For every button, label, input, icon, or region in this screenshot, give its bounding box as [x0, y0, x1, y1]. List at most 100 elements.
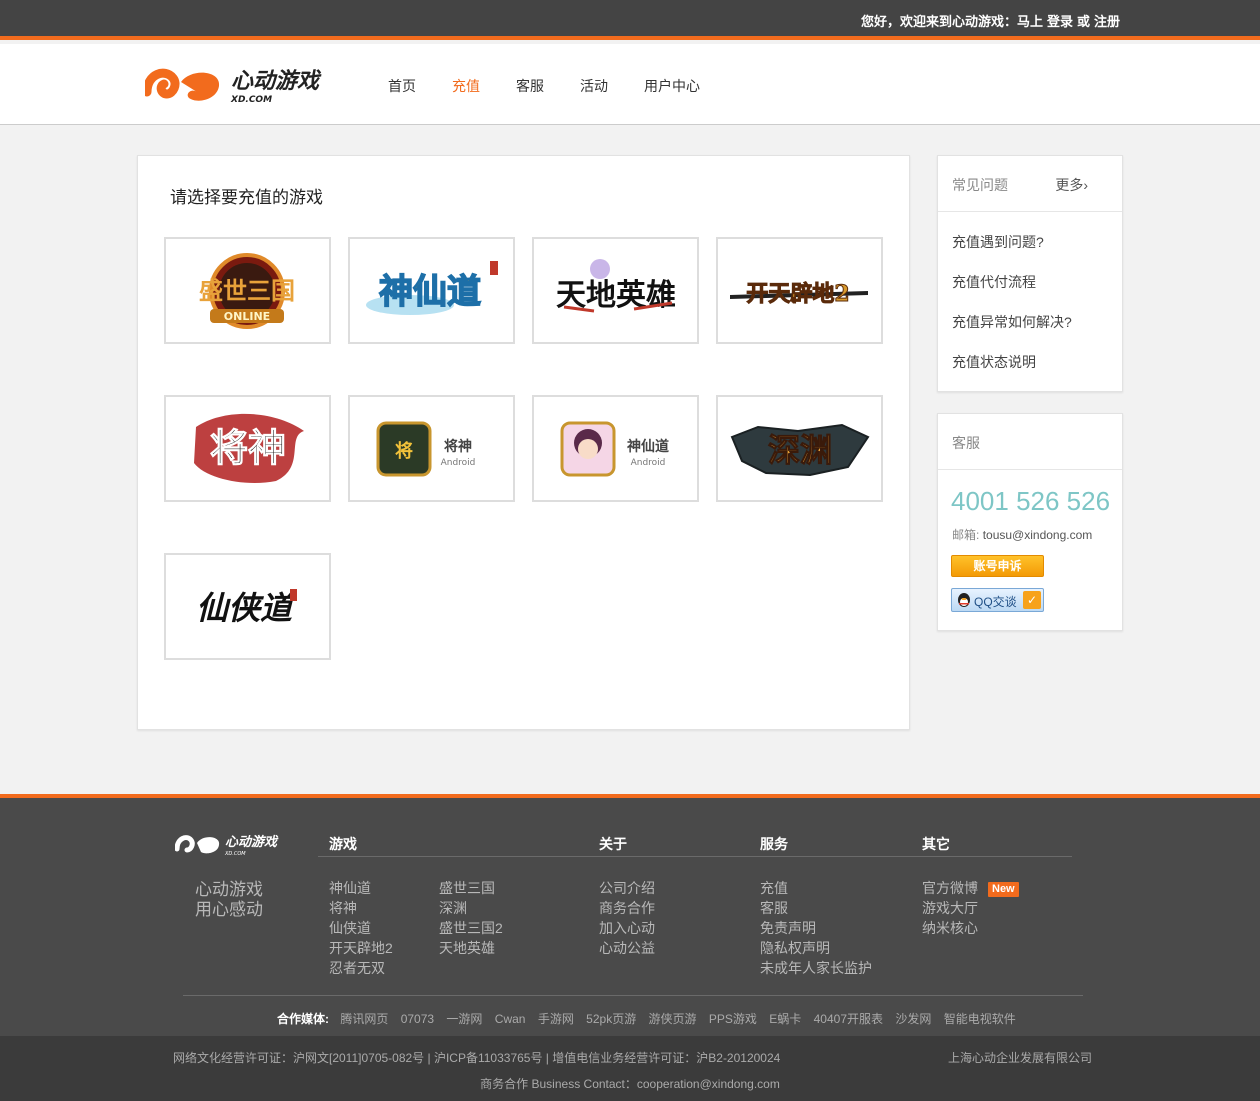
nav-home[interactable]: 首页 — [388, 76, 416, 96]
faq-panel: 常见问题 更多› 充值遇到问题? 充值代付流程 充值异常如何解决? 充值状态说明 — [937, 155, 1123, 392]
footer-link[interactable]: 加入心动 — [599, 918, 655, 938]
top-bar: 您好，欢迎来到心动游戏：马上 登录或注册 — [0, 0, 1260, 40]
footer-games-heading: 游戏 — [329, 836, 357, 852]
email-label: 邮箱: — [952, 528, 980, 542]
footer-other-heading: 其它 — [922, 836, 950, 852]
footer-link[interactable]: 免责声明 — [760, 918, 872, 938]
footer-link[interactable]: 深渊 — [439, 898, 503, 918]
game-tile-tiandi-yingxiong[interactable]: 天地英雄 — [532, 237, 699, 344]
checkmark-icon: ✓ — [1023, 591, 1041, 609]
partner-media: 合作媒体: 腾讯网页 07073 一游网 Cwan 手游网 52pk页游 游侠页… — [277, 1010, 1025, 1027]
partner-link[interactable]: PPS游戏 — [709, 1012, 757, 1026]
partner-link[interactable]: 52pk页游 — [586, 1012, 636, 1026]
kaitian-pidi-2-logo: 开天辟地2 — [730, 281, 868, 308]
partner-link[interactable]: E蜗卡 — [769, 1012, 801, 1026]
shenyuan-logo: 深渊 — [730, 423, 870, 477]
partner-link[interactable]: 40407开服表 — [814, 1012, 883, 1026]
partner-link[interactable]: Cwan — [495, 1012, 526, 1026]
svg-text:将: 将 — [395, 440, 413, 462]
footer-link[interactable]: 仙侠道 — [329, 918, 393, 938]
footer-link[interactable]: 天地英雄 — [439, 938, 503, 958]
game-tile-shengshi-sanguo[interactable]: 盛世三国 ONLINE — [164, 237, 331, 344]
partner-link[interactable]: 一游网 — [446, 1012, 482, 1026]
partners-label: 合作媒体: — [277, 1012, 329, 1026]
partner-link[interactable]: 沙发网 — [895, 1012, 931, 1026]
nav-user-center[interactable]: 用户中心 — [644, 76, 700, 96]
partner-link[interactable]: 手游网 — [538, 1012, 574, 1026]
svg-text:ONLINE: ONLINE — [224, 310, 270, 323]
footer-link[interactable]: 公司介绍 — [599, 878, 655, 898]
nav-service[interactable]: 客服 — [516, 76, 544, 96]
footer-xd-logo[interactable]: 心动游戏 XD.COM — [175, 832, 290, 858]
footer-games-list-1: 神仙道 将神 仙侠道 开天辟地2 忍者无双 — [329, 878, 393, 978]
footer-link[interactable]: 神仙道 — [329, 878, 393, 898]
footer-link[interactable]: 隐私权声明 — [760, 938, 872, 958]
nav-recharge[interactable]: 充值 — [452, 76, 480, 96]
account-appeal-button[interactable]: 账号申诉 — [951, 555, 1044, 577]
footer-link[interactable]: 商务合作 — [599, 898, 655, 918]
footer-link[interactable]: 开天辟地2 — [329, 938, 393, 958]
faq-more-link[interactable]: 更多› — [1055, 175, 1088, 195]
footer-link[interactable]: 将神 — [329, 898, 393, 918]
footer-games-list-2: 盛世三国 深渊 盛世三国2 天地英雄 — [439, 878, 503, 958]
svg-text:仙侠道: 仙侠道 — [196, 589, 297, 627]
logo-sub: XD.COM — [230, 95, 272, 105]
page-title: 请选择要充值的游戏 — [170, 188, 323, 207]
login-link[interactable]: 登录 — [1047, 14, 1073, 29]
greeting-text: 您好，欢迎来到心动游戏：马上 — [860, 14, 1043, 29]
partner-link[interactable]: 游侠页游 — [649, 1012, 697, 1026]
game-tile-xianxiadao[interactable]: 仙侠道 — [164, 553, 331, 660]
faq-list: 充值遇到问题? 充值代付流程 充值异常如何解决? 充值状态说明 — [938, 212, 1122, 384]
footer-link[interactable]: 纳米核心 — [922, 918, 1019, 938]
footer-link-weibo[interactable]: 官方微博 New — [922, 878, 1019, 898]
jiangshen-logo: 将神 — [194, 413, 304, 483]
svg-text:神仙道: 神仙道 — [379, 272, 481, 312]
qq-chat-button[interactable]: QQ交谈 ✓ — [951, 588, 1044, 612]
footer-link-label: 官方微博 — [922, 880, 978, 896]
footer-service-heading: 服务 — [760, 836, 788, 852]
footer-service-list: 充值 客服 免责声明 隐私权声明 未成年人家长监护 — [760, 878, 872, 978]
footer-link[interactable]: 盛世三国 — [439, 878, 503, 898]
greeting: 您好，欢迎来到心动游戏：马上 登录或注册 — [857, 11, 1120, 30]
register-link[interactable]: 注册 — [1094, 14, 1120, 29]
business-contact: 商务合作 Business Contact：cooperation@xindon… — [480, 1077, 780, 1091]
nav-events[interactable]: 活动 — [580, 76, 608, 96]
footer-link[interactable]: 忍者无双 — [329, 958, 393, 978]
site-footer: 心动游戏 XD.COM 心动游戏 用心感动 游戏 关于 服务 其它 神仙道 将神… — [0, 794, 1260, 1036]
footer-link[interactable]: 充值 — [760, 878, 872, 898]
partner-link[interactable]: 07073 — [401, 1012, 434, 1026]
faq-title: 常见问题 — [952, 177, 1008, 193]
email-value[interactable]: tousu@xindong.com — [983, 528, 1093, 542]
faq-item[interactable]: 充值状态说明 — [938, 344, 1122, 384]
game-tile-shenyuan[interactable]: 深渊 — [716, 395, 883, 502]
shenxiandao-logo: 神仙道 — [366, 261, 498, 315]
footer-link[interactable]: 盛世三国2 — [439, 918, 503, 938]
qq-penguin-icon — [958, 593, 970, 607]
footer-link[interactable]: 心动公益 — [599, 938, 655, 958]
xd-logo[interactable]: 心动游戏 XD.COM — [145, 64, 335, 108]
game-tile-jiangshen[interactable]: 将神 — [164, 395, 331, 502]
slogan-line: 心动游戏 — [195, 880, 263, 899]
service-email: 邮箱: tousu@xindong.com — [952, 526, 1092, 543]
game-tile-shenxiandao-android[interactable]: 神仙道 Android — [532, 395, 699, 502]
site-header: 心动游戏 XD.COM 首页 充值 客服 活动 用户中心 — [0, 44, 1260, 125]
faq-item[interactable]: 充值代付流程 — [938, 264, 1122, 304]
shengshi-sanguo-logo: 盛世三国 ONLINE — [199, 253, 295, 329]
faq-item[interactable]: 充值异常如何解决? — [938, 304, 1122, 344]
game-tile-jiangshen-android[interactable]: 将 将神 Android — [348, 395, 515, 502]
slogan-line: 用心感动 — [195, 900, 263, 919]
svg-text:开天辟地2: 开天辟地2 — [746, 281, 849, 307]
footer-link[interactable]: 游戏大厅 — [922, 898, 1019, 918]
footer-bottom-bar: 网络文化经营许可证：沪网文[2011]0705-082号 | 沪ICP备1103… — [0, 1036, 1260, 1101]
new-badge: New — [988, 882, 1019, 897]
footer-link[interactable]: 未成年人家长监护 — [760, 958, 872, 978]
partner-link[interactable]: 腾讯网页 — [340, 1012, 388, 1026]
footer-link[interactable]: 客服 — [760, 898, 872, 918]
svg-text:深渊: 深渊 — [768, 431, 832, 469]
footer-logo-text: 心动游戏 — [225, 834, 279, 850]
faq-item[interactable]: 充值遇到问题? — [938, 224, 1122, 264]
game-tile-kaitian-pidi-2[interactable]: 开天辟地2 — [716, 237, 883, 344]
partner-link[interactable]: 智能电视软件 — [944, 1012, 1016, 1026]
game-tile-shenxiandao[interactable]: 神仙道 — [348, 237, 515, 344]
main-nav: 首页 充值 客服 活动 用户中心 — [388, 76, 736, 96]
